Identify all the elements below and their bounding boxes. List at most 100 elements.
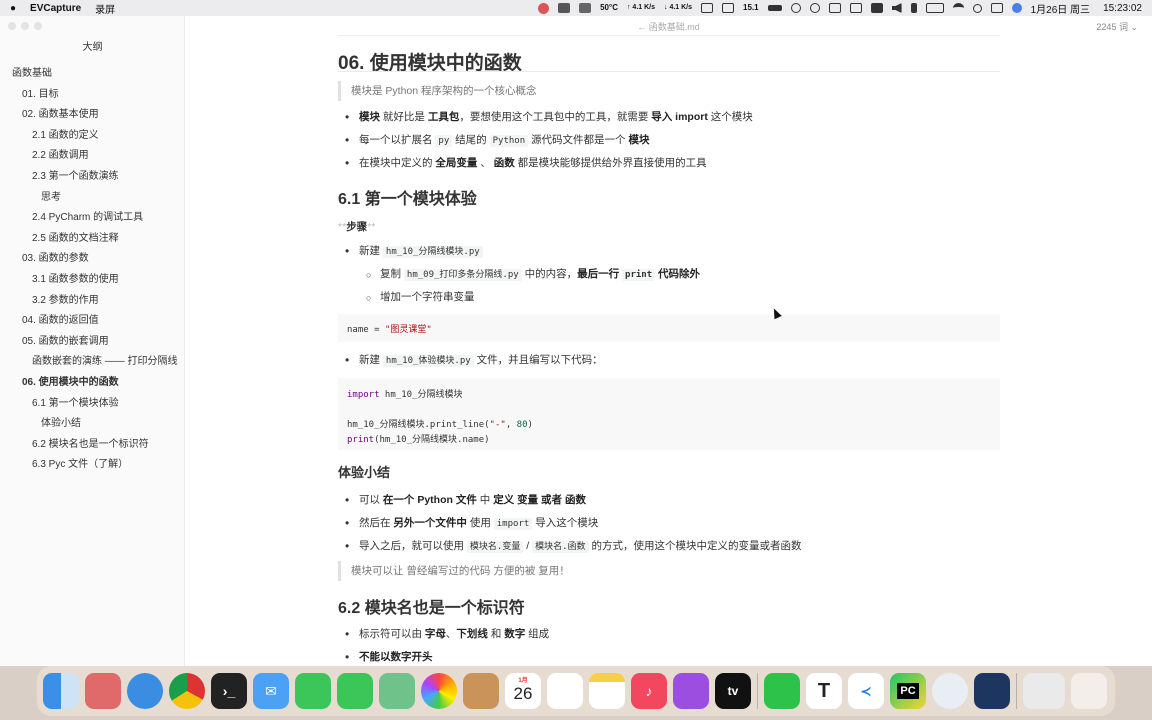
apple-tv-icon[interactable]: tv <box>715 673 751 709</box>
apple-icon[interactable]: ● <box>10 3 16 14</box>
control-center-icon[interactable] <box>990 3 1003 13</box>
podcasts-icon[interactable] <box>673 673 709 709</box>
code-block-name[interactable]: name = "图灵课堂" <box>338 314 1000 342</box>
trash-icon[interactable] <box>1071 673 1107 709</box>
typora-icon[interactable]: T <box>806 673 842 709</box>
share-icon[interactable] <box>849 3 862 13</box>
temperature-readout[interactable]: 50°C <box>600 4 618 12</box>
document-title[interactable]: ← 函数基础.md <box>637 20 700 33</box>
facetime-icon[interactable] <box>295 673 331 709</box>
wifi-icon[interactable] <box>952 3 964 13</box>
screen-recorder-icon[interactable] <box>974 673 1010 709</box>
bird-icon[interactable] <box>767 5 782 11</box>
list-item: • 不能以数字开头 <box>345 650 433 664</box>
outline-item[interactable]: 04. 函数的返回值 <box>0 311 185 332</box>
scan-icon[interactable] <box>701 3 714 13</box>
outline-item[interactable]: 03. 函数的参数 <box>0 249 185 270</box>
chrome-icon[interactable] <box>169 673 205 709</box>
safari-icon[interactable] <box>127 673 163 709</box>
list-item: ○ 复制 hm_09_打印多条分隔线.py 中的内容，最后一行 print 代码… <box>366 266 700 283</box>
outline-item[interactable]: 2.2 函数调用 <box>0 146 185 167</box>
wechat-icon[interactable] <box>558 3 571 13</box>
calendar-icon[interactable]: 1月 26 <box>505 673 541 709</box>
search-icon[interactable] <box>972 3 982 13</box>
zoom-button[interactable] <box>34 22 42 30</box>
wechat-app-icon[interactable] <box>764 673 800 709</box>
window-controls <box>8 22 42 30</box>
menu-item-record[interactable]: 录屏 <box>95 1 115 16</box>
close-button[interactable] <box>8 22 16 30</box>
messages-icon[interactable] <box>337 673 373 709</box>
terminal-icon[interactable]: ›_ <box>211 673 247 709</box>
outline-item[interactable]: 2.1 函数的定义 <box>0 126 185 147</box>
steps-label: **步骤** <box>338 221 376 233</box>
outline-item[interactable]: 06. 使用模块中的函数 <box>0 373 185 394</box>
blockquote-reuse: 模块可以让 曾经编写过的代码 方便的被 复用！ <box>338 561 1000 581</box>
app-menu-name[interactable]: EVCapture <box>30 3 81 14</box>
photos-icon[interactable] <box>421 673 457 709</box>
battery-icon[interactable] <box>925 3 944 13</box>
downloads-stack-icon[interactable] <box>1023 673 1065 709</box>
outline-item[interactable]: 02. 函数基本使用 <box>0 105 185 126</box>
pycharm-icon[interactable]: PC <box>890 673 926 709</box>
maps-icon[interactable] <box>379 673 415 709</box>
list-item: • 在模块中定义的 全局变量 、 函数 都是模块能够提供给外界直接使用的工具 <box>345 156 707 170</box>
outline-item[interactable]: 05. 函数的嵌套调用 <box>0 332 185 353</box>
list-item: • 每一个以扩展名 py 结尾的 Python 源代码文件都是一个 模块 <box>345 133 650 147</box>
outline-item[interactable]: 函数嵌套的演练 —— 打印分隔线 <box>0 352 185 373</box>
play-icon[interactable] <box>790 3 801 13</box>
menubar-date[interactable]: 1月26日 周三 <box>1031 1 1090 16</box>
outline-item[interactable]: 6.1 第一个模块体验 <box>0 394 185 415</box>
outline-item[interactable]: 01. 目标 <box>0 85 185 106</box>
snake-icon[interactable] <box>538 2 550 14</box>
code-line: import hm_10_分隔线模块 <box>347 390 463 400</box>
list-item: • 然后在 另外一个文件中 使用 import 导入这个模块 <box>345 516 599 530</box>
clock-icon[interactable] <box>809 3 820 13</box>
menubar-clock[interactable]: 15:23:02 <box>1103 3 1142 14</box>
bullet-icon: • <box>345 156 350 170</box>
music-icon[interactable]: ♪ <box>631 673 667 709</box>
siri-icon[interactable] <box>1011 3 1022 13</box>
list-item: • 导入之后，就可以使用 模块名.变量 / 模块名.函数 的方式，使用这个模块中… <box>345 539 802 553</box>
outline-item[interactable]: 2.5 函数的文档注释 <box>0 229 185 250</box>
box-icon[interactable] <box>722 3 735 13</box>
outline-item[interactable]: 2.3 第一个函数演练 <box>0 167 185 188</box>
hollow-bullet-icon: ○ <box>366 270 372 280</box>
launchpad-icon[interactable] <box>85 673 121 709</box>
outline-item[interactable]: 3.2 参数的作用 <box>0 291 185 312</box>
list-item: • 新建 hm_10_体验模块.py 文件，并且编写以下代码： <box>345 353 603 367</box>
bullet-icon: • <box>345 353 350 367</box>
volume-icon[interactable] <box>891 3 902 13</box>
minimize-button[interactable] <box>21 22 29 30</box>
outline-item[interactable]: 体验小结 <box>0 414 185 435</box>
contacts-icon[interactable] <box>463 673 499 709</box>
menu-bar: ● EVCapture 录屏 50°C ↑ 4.1 K/s ↓ 4.1 K/s … <box>0 0 1152 16</box>
s-icon[interactable] <box>870 3 883 13</box>
window-icon[interactable] <box>828 3 841 13</box>
dock-separator <box>1016 673 1017 709</box>
bullet-icon: • <box>345 244 350 258</box>
list-item: • 模块 就好比是 工具包，要想使用这个工具包中的工具，就需要 导入 impor… <box>345 110 753 124</box>
outline-item[interactable]: 6.2 模块名也是一个标识符 <box>0 435 185 456</box>
reminders-icon[interactable] <box>547 673 583 709</box>
mail-icon[interactable]: ✉ <box>253 673 289 709</box>
outline-item[interactable]: 思考 <box>0 188 185 209</box>
vscode-icon[interactable]: ≺ <box>848 673 884 709</box>
grid-icon[interactable] <box>579 3 592 13</box>
outline-list: 函数基础 01. 目标 02. 函数基本使用 2.1 函数的定义 2.2 函数调用 2.3… <box>0 64 185 476</box>
code-block-import[interactable]: import hm_10_分隔线模块 hm_10_分隔线模块.print_lin… <box>338 378 1000 450</box>
bluetooth-icon[interactable] <box>910 3 917 13</box>
cpu-stat[interactable]: 15.1 <box>743 4 759 12</box>
notes-icon[interactable] <box>589 673 625 709</box>
heading-underline <box>338 71 1000 72</box>
bullet-icon: • <box>345 539 350 553</box>
outline-item[interactable]: 3.1 函数参数的使用 <box>0 270 185 291</box>
finder-icon[interactable] <box>43 673 79 709</box>
outline-item[interactable]: 6.3 Pyc 文件（了解） <box>0 455 185 476</box>
evcapture-icon[interactable] <box>932 673 968 709</box>
outline-sidebar: 大纲 函数基础 01. 目标 02. 函数基本使用 2.1 函数的定义 2.2 函数调用… <box>0 16 185 666</box>
outline-item[interactable]: 2.4 PyCharm 的调试工具 <box>0 208 185 229</box>
word-count[interactable]: 2245 词 ⌄ <box>1096 20 1138 33</box>
heading-6-1: 6.1 第一个模块体验 <box>338 191 477 208</box>
outline-item[interactable]: 函数基础 <box>0 64 185 85</box>
